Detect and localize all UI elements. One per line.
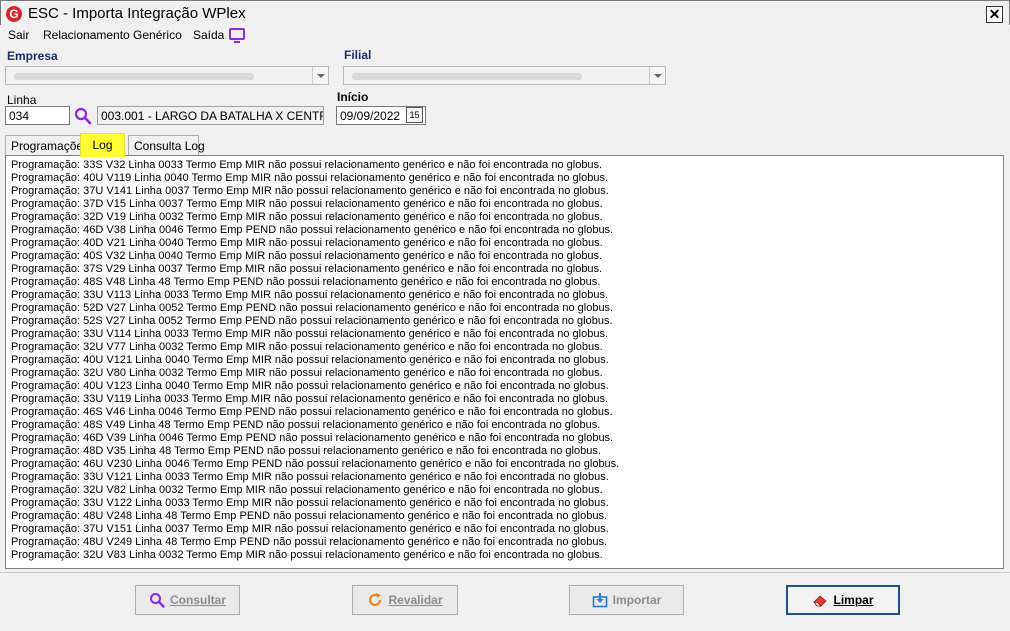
- empresa-label: Empresa: [7, 49, 58, 63]
- linha-label: Linha: [7, 93, 37, 107]
- menu-saida[interactable]: Saída: [193, 28, 224, 42]
- log-line: Programação: 48U V249 Linha 48 Termo Emp…: [11, 536, 607, 548]
- revalidar-label: Revalidar: [388, 593, 443, 607]
- tab-consulta-log[interactable]: Consulta Log: [128, 135, 205, 155]
- empresa-value-redacted: [14, 73, 254, 80]
- log-line: Programação: 40U V121 Linha 0040 Termo E…: [11, 354, 609, 366]
- footer-divider: [0, 572, 1010, 573]
- log-line: Programação: 37S V29 Linha 0037 Termo Em…: [11, 263, 603, 275]
- log-line: Programação: 33S V32 Linha 0033 Termo Em…: [11, 159, 603, 171]
- title-bar: G ESC - Importa Integração WPlex ✕: [0, 0, 1010, 25]
- app-logo-icon: G: [6, 6, 22, 22]
- importar-button[interactable]: Importar: [569, 585, 684, 615]
- log-line: Programação: 52D V27 Linha 0052 Termo Em…: [11, 302, 614, 314]
- log-line: Programação: 33U V119 Linha 0033 Termo E…: [11, 393, 609, 405]
- log-line: Programação: 48U V248 Linha 48 Termo Emp…: [11, 510, 607, 522]
- calendar-icon[interactable]: 15: [406, 107, 423, 123]
- filial-select[interactable]: [343, 66, 666, 85]
- log-line: Programação: 40U V119 Linha 0040 Termo E…: [11, 172, 609, 184]
- log-line: Programação: 46D V39 Linha 0046 Termo Em…: [11, 432, 614, 444]
- log-line: Programação: 40S V32 Linha 0040 Termo Em…: [11, 250, 603, 262]
- linha-input[interactable]: 034: [5, 106, 70, 125]
- log-line: Programação: 48S V49 Linha 48 Termo Emp …: [11, 419, 601, 431]
- log-line: Programação: 48D V35 Linha 48 Termo Emp …: [11, 445, 601, 457]
- log-line: Programação: 33U V113 Linha 0033 Termo E…: [11, 289, 609, 301]
- refresh-icon: [369, 593, 382, 606]
- tab-log[interactable]: Log: [80, 133, 125, 157]
- chevron-down-icon[interactable]: [649, 67, 665, 84]
- log-line: Programação: 46U V230 Linha 0046 Termo E…: [11, 458, 620, 470]
- search-icon: [149, 593, 165, 608]
- filial-label: Filial: [344, 48, 372, 62]
- log-line: Programação: 32U V82 Linha 0032 Termo Em…: [11, 484, 603, 496]
- chevron-down-icon[interactable]: [312, 67, 328, 84]
- menu-relacionamento-generico[interactable]: Relacionamento Genérico: [43, 28, 182, 42]
- log-line: Programação: 32U V77 Linha 0032 Termo Em…: [11, 341, 603, 353]
- log-line: Programação: 32U V80 Linha 0032 Termo Em…: [11, 367, 603, 379]
- log-line: Programação: 37U V141 Linha 0037 Termo E…: [11, 185, 609, 197]
- log-line: Programação: 33U V121 Linha 0033 Termo E…: [11, 471, 609, 483]
- window-title: ESC - Importa Integração WPlex: [28, 5, 246, 22]
- eraser-icon: [813, 595, 828, 607]
- search-icon[interactable]: [74, 107, 92, 125]
- tab-programacoes[interactable]: Programações: [5, 135, 89, 155]
- log-line: Programação: 40D V21 Linha 0040 Termo Em…: [11, 237, 603, 249]
- log-line: Programação: 33U V114 Linha 0033 Termo E…: [11, 328, 609, 340]
- log-line: Programação: 37D V15 Linha 0037 Termo Em…: [11, 198, 603, 210]
- filial-value-redacted: [352, 73, 582, 80]
- menu-sair[interactable]: Sair: [8, 28, 29, 42]
- limpar-button[interactable]: Limpar: [786, 585, 900, 615]
- linha-description: 003.001 - LARGO DA BATALHA X CENTRO: [97, 106, 324, 125]
- log-line: Programação: 32U V83 Linha 0032 Termo Em…: [11, 549, 603, 561]
- inicio-label: Início: [337, 90, 369, 104]
- monitor-icon[interactable]: [229, 28, 245, 43]
- importar-label: Importar: [612, 593, 662, 607]
- log-line: Programação: 46S V46 Linha 0046 Termo Em…: [11, 406, 613, 418]
- log-line: Programação: 37U V151 Linha 0037 Termo E…: [11, 523, 609, 535]
- log-line: Programação: 33U V122 Linha 0033 Termo E…: [11, 497, 609, 509]
- log-line: Programação: 52S V27 Linha 0052 Termo Em…: [11, 315, 613, 327]
- log-line: Programação: 40U V123 Linha 0040 Termo E…: [11, 380, 609, 392]
- empresa-select[interactable]: [5, 66, 329, 85]
- import-icon: [592, 593, 607, 608]
- consultar-label: Consultar: [169, 593, 226, 607]
- log-line: Programação: 46D V38 Linha 0046 Termo Em…: [11, 224, 614, 236]
- consultar-button[interactable]: Consultar: [135, 585, 240, 615]
- close-button[interactable]: ✕: [986, 6, 1003, 23]
- limpar-label: Limpar: [833, 593, 874, 607]
- log-line: Programação: 48S V48 Linha 48 Termo Emp …: [11, 276, 601, 288]
- log-textarea[interactable]: Programação: 33S V32 Linha 0033 Termo Em…: [5, 155, 1004, 569]
- log-line: Programação: 32D V19 Linha 0032 Termo Em…: [11, 211, 603, 223]
- revalidar-button[interactable]: Revalidar: [352, 585, 458, 615]
